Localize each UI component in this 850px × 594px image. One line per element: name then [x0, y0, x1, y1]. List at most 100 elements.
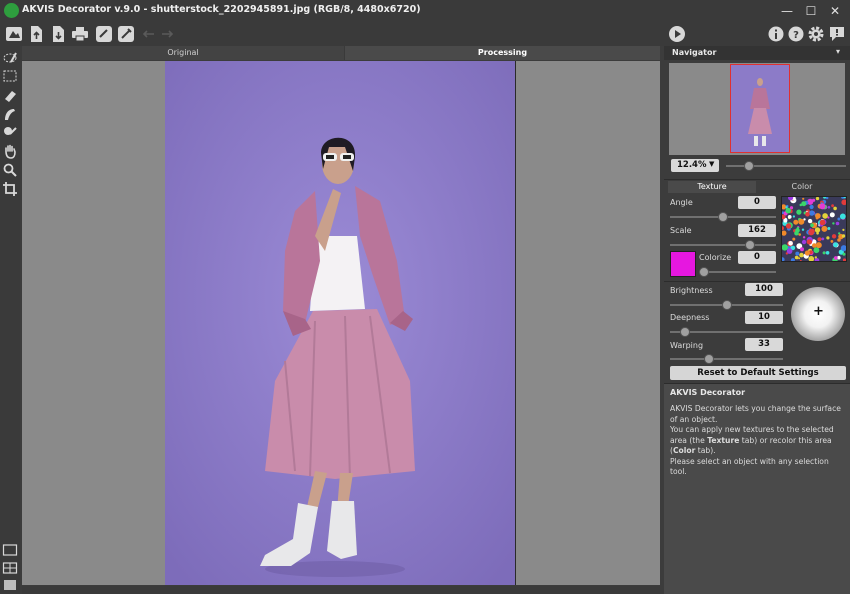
magic-brush-icon[interactable] — [2, 124, 18, 140]
texture-dot — [837, 238, 841, 242]
help-title: AKVIS Decorator — [670, 388, 746, 397]
brightness-slider-knob[interactable] — [721, 300, 732, 310]
brightness-label: Brightness — [670, 286, 713, 295]
texture-dot — [814, 256, 817, 259]
horizontal-scrollbar[interactable] — [22, 586, 660, 594]
colorize-color-swatch[interactable] — [670, 251, 696, 277]
texture-dot — [785, 223, 792, 229]
angle-value-input[interactable]: 0 — [738, 196, 776, 209]
redo-icon[interactable] — [158, 25, 176, 43]
scale-slider-knob[interactable] — [744, 240, 755, 250]
hand-icon[interactable] — [2, 143, 18, 159]
tab-original[interactable]: Original — [22, 46, 344, 60]
brightness-value-input[interactable]: 100 — [745, 283, 783, 296]
tab-color[interactable]: Color — [758, 181, 846, 193]
texture-swatch[interactable] — [781, 196, 847, 262]
warping-value-input[interactable]: 33 — [745, 338, 783, 351]
warping-slider-track[interactable] — [670, 358, 783, 360]
light-direction-ball[interactable]: + — [791, 287, 845, 341]
open-file-icon[interactable] — [27, 25, 45, 43]
warping-slider-knob[interactable] — [703, 354, 714, 364]
view-two-icon[interactable] — [2, 560, 18, 576]
print-icon[interactable] — [71, 25, 89, 43]
texture-dot — [788, 241, 793, 246]
texture-dot — [798, 233, 801, 236]
preferences-icon[interactable] — [117, 25, 135, 43]
light-position-crosshair-icon[interactable]: + — [813, 304, 824, 319]
warping-label: Warping — [670, 341, 704, 350]
tab-processing[interactable]: Processing — [345, 46, 660, 60]
texture-dot — [798, 218, 805, 225]
deepness-label: Deepness — [670, 313, 710, 322]
texture-dot — [793, 219, 799, 225]
photo-preview[interactable] — [165, 61, 516, 585]
deepness-slider-knob[interactable] — [680, 327, 691, 337]
zoom-dropdown[interactable]: 12.4% ▼ — [671, 159, 719, 172]
colorize-slider-knob[interactable] — [699, 267, 709, 277]
scale-slider-track[interactable] — [670, 244, 776, 246]
eraser-icon[interactable] — [2, 87, 18, 103]
home-icon[interactable] — [5, 25, 23, 43]
zoom-slider-knob[interactable] — [743, 161, 754, 171]
texture-dot — [792, 215, 795, 218]
tab-texture[interactable]: Texture — [668, 181, 756, 193]
help-line-2: You can apply new textures to the select… — [670, 425, 846, 457]
photo-illustration — [165, 61, 516, 585]
minimize-button[interactable]: — — [778, 2, 796, 20]
settings-icon[interactable] — [807, 25, 825, 43]
texture-dot — [822, 251, 826, 255]
lasso-icon[interactable] — [2, 106, 18, 122]
share-icon[interactable] — [95, 25, 113, 43]
texture-dot — [787, 215, 792, 219]
texture-dot — [819, 219, 826, 226]
view-one-icon[interactable] — [2, 542, 18, 558]
help-color-bold: Color — [672, 446, 696, 455]
close-button[interactable]: ✕ — [826, 2, 844, 20]
divider — [664, 179, 850, 180]
help-line-1: AKVIS Decorator lets you change the surf… — [670, 404, 841, 424]
texture-dot — [833, 242, 838, 248]
maximize-button[interactable]: ☐ — [802, 2, 820, 20]
help-icon[interactable]: ? — [787, 25, 805, 43]
scale-value-input[interactable]: 162 — [738, 224, 776, 237]
deepness-value-input[interactable]: 10 — [745, 311, 783, 324]
crop-icon[interactable] — [2, 181, 18, 197]
navigator-header: Navigator ▾ — [664, 46, 850, 60]
split-divider[interactable] — [515, 61, 516, 585]
collapse-navigator-icon[interactable]: ▾ — [836, 47, 840, 56]
zoom-icon[interactable] — [2, 162, 18, 178]
settings-panel: Navigator ▾ 12.4% ▼ Texture Color Angle … — [664, 46, 850, 594]
info-icon[interactable] — [767, 25, 785, 43]
texture-dot — [814, 227, 821, 233]
texture-dot — [796, 226, 799, 229]
texture-dot — [805, 212, 810, 217]
texture-dot — [810, 223, 814, 227]
texture-dot — [807, 218, 813, 224]
help-texture-bold: Texture — [707, 435, 740, 445]
texture-dot — [842, 252, 846, 256]
save-file-icon[interactable] — [49, 25, 67, 43]
texture-dot — [794, 230, 799, 236]
navigator-preview[interactable] — [669, 63, 845, 155]
texture-dot — [837, 217, 841, 221]
notification-icon[interactable] — [828, 25, 846, 43]
colorize-slider-track[interactable] — [699, 271, 776, 273]
selection-brush-icon[interactable] — [2, 50, 18, 66]
view-three-icon[interactable] — [2, 577, 18, 593]
help-text: AKVIS Decorator lets you change the surf… — [670, 404, 846, 478]
texture-dot — [809, 228, 815, 234]
undo-icon[interactable] — [140, 25, 158, 43]
angle-slider-knob[interactable] — [718, 212, 728, 222]
texture-dot — [802, 197, 805, 200]
navigator-viewport-frame[interactable] — [730, 64, 790, 153]
texture-dot — [801, 239, 807, 245]
texture-dot — [801, 228, 805, 231]
texture-dot — [835, 221, 840, 226]
navigator-thumbnail[interactable] — [730, 64, 790, 153]
rectangle-selection-icon[interactable] — [2, 68, 18, 84]
texture-dot — [789, 206, 794, 210]
run-icon[interactable] — [668, 25, 686, 43]
colorize-value-input[interactable]: 0 — [738, 251, 776, 264]
navigator-title: Navigator — [672, 48, 717, 57]
reset-defaults-button[interactable]: Reset to Default Settings — [670, 366, 846, 380]
